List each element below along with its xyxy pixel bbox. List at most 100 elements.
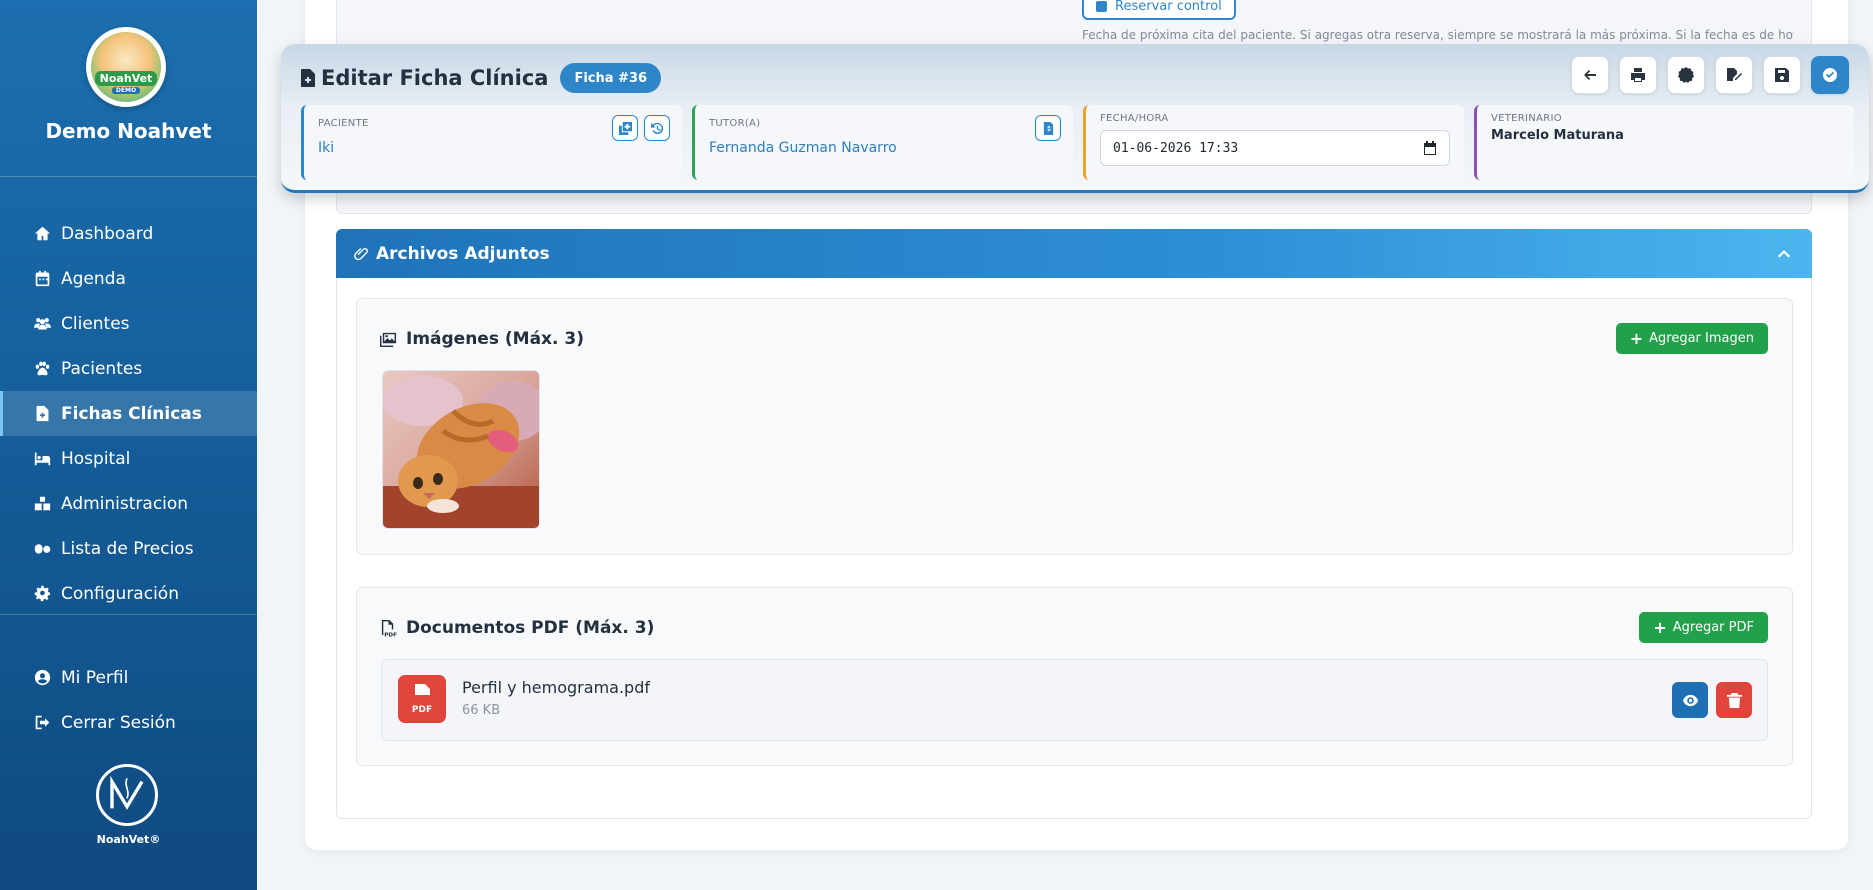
sidebar-item-label: Configuración — [61, 583, 179, 604]
finalize-button[interactable] — [1811, 56, 1849, 94]
paperclip-icon — [354, 247, 368, 260]
noahvet-logo — [96, 764, 158, 826]
pdf-title-group: PDF Documentos PDF (Máx. 3) — [380, 618, 654, 638]
paw-icon — [32, 360, 52, 378]
tutor-info-box: TUTOR(A) Fernanda Guzman Navarro — [692, 105, 1073, 180]
tutor-actions — [1035, 115, 1061, 141]
view-pdf-button[interactable] — [1672, 682, 1708, 718]
calendar-icon — [32, 270, 52, 288]
attachments-section-header[interactable]: Archivos Adjuntos — [336, 229, 1812, 278]
chevron-up-icon[interactable] — [1776, 245, 1792, 261]
tutor-name-link[interactable]: Fernanda Guzman Navarro — [709, 140, 1059, 156]
copy-plus-icon — [618, 121, 632, 135]
sidebar-item-label: Fichas Clínicas — [61, 403, 202, 424]
hospital-bed-icon — [32, 450, 52, 468]
sidebar-item-label: Hospital — [61, 448, 131, 469]
patient-actions — [612, 115, 670, 141]
sidebar-item-lista-precios[interactable]: Lista de Precios — [0, 526, 257, 571]
cat-photo-image — [383, 371, 539, 528]
sidebar-item-label: Administracion — [61, 493, 189, 514]
add-pdf-button[interactable]: + Agregar PDF — [1639, 612, 1768, 643]
sidebar-item-agenda[interactable]: Agenda — [0, 256, 257, 301]
sign-document-button[interactable] — [1715, 56, 1753, 94]
sidebar-item-mi-perfil[interactable]: Mi Perfil — [0, 655, 257, 700]
sidebar-item-label: Cerrar Sesión — [61, 712, 176, 733]
arrow-left-icon — [1584, 70, 1596, 80]
record-number-badge: Ficha #36 — [560, 63, 662, 93]
file-signature-icon — [1727, 68, 1742, 81]
pdf-title: Documentos PDF (Máx. 3) — [406, 618, 655, 638]
vet-info-box: VETERINARIO Marcelo Maturana — [1474, 105, 1854, 180]
history-icon — [650, 122, 663, 134]
file-medical-icon — [301, 69, 315, 87]
vet-name: Marcelo Maturana — [1491, 128, 1624, 143]
add-pdf-label: Agregar PDF — [1672, 620, 1754, 635]
sidebar-account-nav: Mi Perfil Cerrar Sesión — [0, 655, 257, 745]
logo-sub: DEMO — [111, 87, 141, 94]
plus-icon: + — [1653, 618, 1667, 637]
sidebar-item-fichas-clinicas[interactable]: Fichas Clínicas — [0, 391, 257, 436]
sidebar-item-hospital[interactable]: Hospital — [0, 436, 257, 481]
brand-name: Demo Noahvet — [45, 119, 212, 143]
save-icon — [1775, 68, 1789, 82]
images-title: Imágenes (Máx. 3) — [406, 329, 584, 349]
print-button[interactable] — [1619, 56, 1657, 94]
sidebar-item-label: Lista de Precios — [61, 538, 194, 559]
edit-record-header: Editar Ficha Clínica Ficha #36 PACIENTE … — [281, 44, 1869, 193]
document-icon — [415, 684, 430, 695]
file-pdf-icon: PDF — [381, 619, 397, 637]
sidebar-item-cerrar-sesion[interactable]: Cerrar Sesión — [0, 700, 257, 745]
back-button[interactable] — [1571, 56, 1609, 94]
sidebar-item-dashboard[interactable]: Dashboard — [0, 211, 257, 256]
next-appointment-note: Fecha de próxima cita del paciente. Si a… — [1082, 28, 1794, 42]
add-patient-record-button[interactable] — [612, 115, 638, 141]
reserve-control-button[interactable]: Reservar control — [1082, 0, 1236, 20]
file-medical-icon — [32, 405, 52, 423]
trash-icon — [1726, 692, 1742, 708]
patient-name-link[interactable]: Iki — [318, 140, 668, 156]
attachments-section-title: Archivos Adjuntos — [376, 243, 550, 264]
plus-icon: + — [1629, 329, 1644, 348]
add-image-button[interactable]: + Agregar Imagen — [1615, 323, 1768, 354]
sidebar-item-label: Pacientes — [61, 358, 143, 379]
logo-text: NoahVet — [94, 71, 158, 86]
certificate-button[interactable] — [1667, 56, 1705, 94]
certificate-icon — [1678, 67, 1694, 83]
clinic-logo[interactable]: NoahVet DEMO — [86, 27, 166, 107]
vet-label: VETERINARIO — [1491, 113, 1562, 124]
tutor-invoice-button[interactable] — [1035, 115, 1061, 141]
pdf-file-row: PDF Perfil y hemograma.pdf 66 KB — [381, 659, 1768, 741]
images-title-group: Imágenes (Máx. 3) — [380, 329, 584, 349]
file-invoice-dollar-icon — [1043, 121, 1053, 135]
sidebar-nav: Dashboard Agenda Clientes Pacientes Fich… — [0, 211, 257, 616]
sidebar-item-label: Mi Perfil — [61, 667, 129, 688]
eye-icon — [1682, 694, 1698, 706]
datetime-input[interactable]: 01-06-2026 17:33 — [1100, 130, 1450, 166]
sidebar-item-administracion[interactable]: Administracion — [0, 481, 257, 526]
pills-icon — [32, 540, 52, 558]
sidebar-item-label: Clientes — [61, 313, 130, 334]
datetime-value: 01-06-2026 17:33 — [1113, 140, 1239, 156]
datetime-info-box: FECHA/HORA 01-06-2026 17:33 — [1083, 105, 1464, 180]
pdf-file-name: Perfil y hemograma.pdf — [462, 678, 650, 697]
gear-icon — [32, 585, 52, 603]
print-icon — [1631, 68, 1645, 82]
home-icon — [32, 225, 52, 243]
patient-info-box: PACIENTE Iki — [301, 105, 682, 180]
boxes-icon — [32, 495, 52, 513]
pdf-icon-label: PDF — [411, 705, 433, 715]
attachment-image-thumbnail[interactable] — [382, 370, 540, 529]
tutor-label: TUTOR(A) — [709, 118, 761, 129]
sidebar-divider — [0, 176, 257, 177]
save-button[interactable] — [1763, 56, 1801, 94]
sidebar-item-clientes[interactable]: Clientes — [0, 301, 257, 346]
check-circle-icon — [1823, 68, 1837, 82]
patient-history-button[interactable] — [644, 115, 670, 141]
sidebar-item-configuracion[interactable]: Configuración — [0, 571, 257, 616]
calendar-icon[interactable] — [1423, 141, 1437, 155]
sidebar-item-label: Dashboard — [61, 223, 154, 244]
sidebar-item-pacientes[interactable]: Pacientes — [0, 346, 257, 391]
svg-text:PDF: PDF — [384, 632, 397, 636]
delete-pdf-button[interactable] — [1716, 682, 1752, 718]
add-image-label: Agregar Imagen — [1649, 331, 1754, 346]
